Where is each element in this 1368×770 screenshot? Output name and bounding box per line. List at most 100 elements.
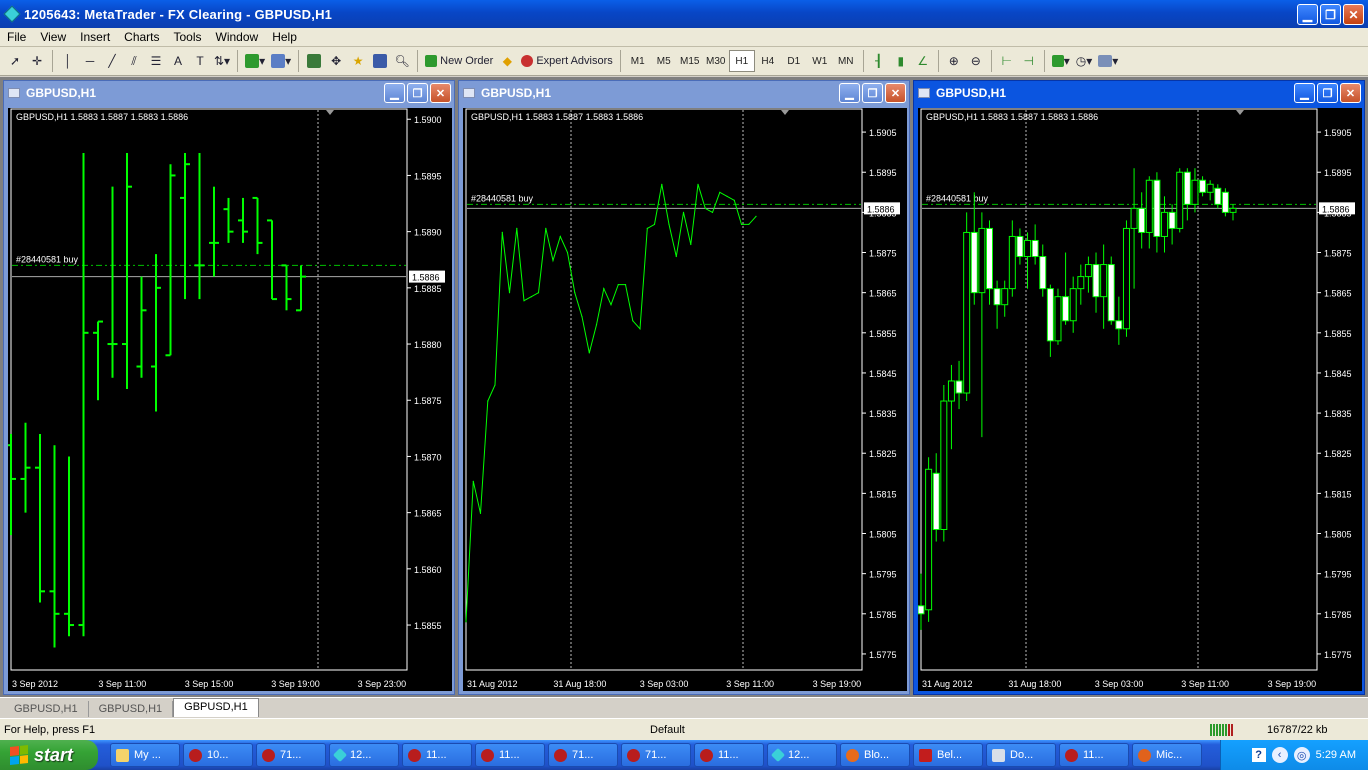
autoscroll-button[interactable]: ⊢ (996, 50, 1018, 72)
chart-window-titlebar[interactable]: GBPUSD,H1 ▁ ❐ ✕ (914, 81, 1364, 105)
trendline-tool[interactable]: ╱ (101, 50, 123, 72)
price-axis-label: 1.5865 (414, 509, 442, 519)
favorites-button[interactable]: ★ (347, 50, 369, 72)
horizontal-line-tool[interactable]: ─ (79, 50, 101, 72)
alert-button[interactable]: ◆ (496, 50, 518, 72)
menu-window[interactable]: Window (209, 30, 266, 44)
market-watch-button[interactable] (303, 50, 325, 72)
back-icon[interactable]: ‹ (1271, 747, 1288, 763)
taskbar-task[interactable]: Blo... (840, 743, 910, 767)
timeframe-m5[interactable]: M5 (651, 50, 677, 72)
taskbar-task[interactable]: 11... (694, 743, 764, 767)
taskbar-task[interactable]: My ... (110, 743, 180, 767)
close-button[interactable]: ✕ (1343, 4, 1364, 25)
taskbar-task[interactable]: Do... (986, 743, 1056, 767)
chart-window-titlebar[interactable]: GBPUSD,H1 ▁ ❐ ✕ (4, 81, 454, 105)
taskbar-task[interactable]: 71... (256, 743, 326, 767)
taskbar-task[interactable]: 11... (475, 743, 545, 767)
templates-button[interactable]: ▾ (1095, 50, 1121, 72)
line-point (494, 384, 496, 386)
taskbar-task[interactable]: 12... (767, 743, 837, 767)
timeframe-w1[interactable]: W1 (807, 50, 833, 72)
warning-icon: ◆ (502, 54, 512, 68)
zoom-in-button[interactable]: ⊕ (943, 50, 965, 72)
chart-maximize-button[interactable]: ❐ (1317, 83, 1338, 103)
chart-tab-2[interactable]: GBPUSD,H1 (89, 701, 174, 717)
taskbar-task[interactable]: 10... (183, 743, 253, 767)
arrows-tool[interactable]: ⇅▾ (211, 50, 233, 72)
timeframe-m30[interactable]: M30 (703, 50, 729, 72)
help-icon[interactable]: ? (1251, 748, 1266, 762)
fibonacci-tool[interactable]: ☰ (145, 50, 167, 72)
menu-file[interactable]: File (0, 30, 33, 44)
timeframe-m15[interactable]: M15 (677, 50, 703, 72)
chart-minimize-button[interactable]: ▁ (1294, 83, 1315, 103)
time-axis-label: 3 Sep 03:00 (640, 679, 689, 689)
chart-minimize-button[interactable]: ▁ (839, 83, 860, 103)
menu-tools[interactable]: Tools (167, 30, 209, 44)
chart-maximize-button[interactable]: ❐ (862, 83, 883, 103)
taskbar-task[interactable]: 71... (621, 743, 691, 767)
taskbar-task[interactable]: 11... (1059, 743, 1129, 767)
timeframe-h1[interactable]: H1 (728, 50, 755, 72)
zoom-out-button[interactable]: ⊖ (965, 50, 987, 72)
menu-help[interactable]: Help (265, 30, 304, 44)
chart-close-button[interactable]: ✕ (1340, 83, 1361, 103)
maximize-button[interactable]: ❐ (1320, 4, 1341, 25)
text-tool[interactable]: A (167, 50, 189, 72)
channel-tool[interactable]: ⫽ (123, 50, 145, 72)
minimize-button[interactable]: ▁ (1297, 4, 1318, 25)
indicators-icon (1051, 55, 1064, 67)
chart-window-1[interactable]: GBPUSD,H1 ▁ ❐ ✕ 1.5900 1.5895 1.5890 1.5885… (3, 80, 455, 695)
network-icon[interactable]: ◎ (1293, 747, 1310, 763)
chart-window-3[interactable]: GBPUSD,H1 ▁ ❐ ✕ 1.59051.58951.58851.5875… (913, 80, 1365, 695)
navigator-button[interactable]: ✥ (325, 50, 347, 72)
menu-view[interactable]: View (33, 30, 73, 44)
new-chart-button[interactable]: ▾ (242, 50, 268, 72)
indicators-button[interactable]: ▾ (1049, 50, 1073, 72)
crosshair-tool[interactable]: ✛ (26, 50, 48, 72)
chart-maximize-button[interactable]: ❐ (407, 83, 428, 103)
chart-shift-button[interactable]: ⊣ (1018, 50, 1040, 72)
toolbar-separator (937, 50, 939, 72)
start-button[interactable]: start (0, 740, 98, 770)
chart-minimize-button[interactable]: ▁ (384, 83, 405, 103)
timeframe-d1[interactable]: D1 (781, 50, 807, 72)
chart-tab-1[interactable]: GBPUSD,H1 (4, 701, 89, 717)
chart-tab-3[interactable]: GBPUSD,H1 (173, 698, 259, 717)
chart-canvas[interactable]: 1.59051.58951.58851.58751.58651.58551.58… (463, 108, 907, 691)
chart-canvas[interactable]: 1.5900 1.5895 1.5890 1.5885 1.5880 1.5875 1.58… (8, 108, 452, 691)
taskbar-task[interactable]: Mic... (1132, 743, 1202, 767)
timeframe-m1[interactable]: M1 (625, 50, 651, 72)
periods-button[interactable]: ◷ ▾ (1073, 50, 1096, 72)
taskbar-task[interactable]: 12... (329, 743, 399, 767)
new-order-button[interactable]: New Order (422, 50, 496, 72)
chart-close-button[interactable]: ✕ (430, 83, 451, 103)
price-axis-label: 1.5855 (1324, 329, 1352, 339)
bar-chart-button[interactable]: ┨ (868, 50, 890, 72)
terminal-button[interactable] (369, 50, 391, 72)
chart-window-titlebar[interactable]: GBPUSD,H1 ▁ ❐ ✕ (459, 81, 909, 105)
line-chart-button[interactable]: ∠ (912, 50, 934, 72)
candlestick-button[interactable]: ▮ (890, 50, 912, 72)
profiles-button[interactable]: ▾ (268, 50, 294, 72)
cursor-tool[interactable]: ➚ (4, 50, 26, 72)
profiles-icon (271, 54, 286, 68)
price-axis-label: 1.5855 (414, 621, 442, 631)
chart-canvas[interactable]: 1.59051.58951.58851.58751.58651.58551.58… (918, 108, 1362, 691)
text-label-tool[interactable]: T (189, 50, 211, 72)
vertical-line-tool[interactable]: │ (57, 50, 79, 72)
menu-insert[interactable]: Insert (73, 30, 117, 44)
channel-icon: ⫽ (131, 53, 137, 68)
taskbar-task[interactable]: Bel... (913, 743, 983, 767)
timeframe-mn[interactable]: MN (833, 50, 859, 72)
timeframe-h4[interactable]: H4 (755, 50, 781, 72)
toolbar-separator (52, 50, 53, 72)
menu-charts[interactable]: Charts (117, 30, 166, 44)
chart-close-button[interactable]: ✕ (885, 83, 906, 103)
taskbar-task[interactable]: 71... (548, 743, 618, 767)
taskbar-task[interactable]: 11... (402, 743, 472, 767)
chart-window-2[interactable]: GBPUSD,H1 ▁ ❐ ✕ 1.59051.58951.58851.5875… (458, 80, 910, 695)
expert-advisors-button[interactable]: Expert Advisors (518, 50, 615, 72)
strategy-tester-button[interactable]: 🔍︎ (391, 50, 413, 72)
